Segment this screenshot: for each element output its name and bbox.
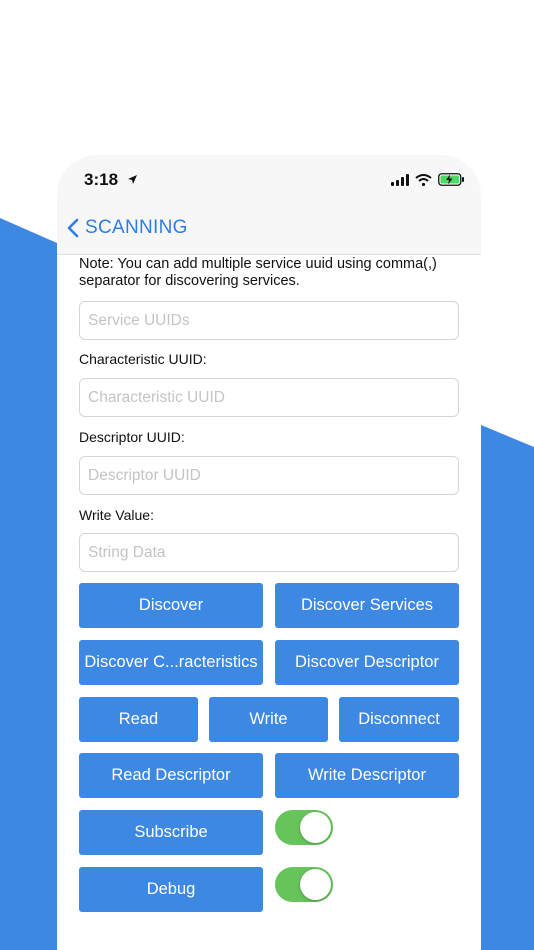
discover-button[interactable]: Discover <box>79 583 263 628</box>
discover-services-button[interactable]: Discover Services <box>275 583 459 628</box>
write-button[interactable]: Write <box>209 697 328 742</box>
write-descriptor-button[interactable]: Write Descriptor <box>275 753 459 798</box>
descriptor-uuid-input[interactable] <box>79 456 459 495</box>
debug-toggle-knob <box>300 869 331 900</box>
form-content: Note: You can add multiple service uuid … <box>79 256 459 912</box>
status-time-label: 3:18 <box>84 170 119 189</box>
chevron-left-icon <box>67 218 79 238</box>
disconnect-button[interactable]: Disconnect <box>339 697 459 742</box>
debug-toggle[interactable] <box>275 867 333 902</box>
descriptor-uuid-label: Descriptor UUID: <box>79 429 185 445</box>
characteristic-uuid-label: Characteristic UUID: <box>79 351 207 367</box>
write-value-input[interactable] <box>79 533 459 572</box>
background-right-shape <box>481 425 534 950</box>
discover-descriptor-button[interactable]: Discover Descriptor <box>275 640 459 685</box>
discover-characteristics-button[interactable]: Discover C...racteristics <box>79 640 263 685</box>
app-screenshot: 3:18 SCANNING Note: You can add multiple… <box>0 0 534 950</box>
wifi-icon <box>415 173 432 186</box>
service-uuid-note: Note: You can add multiple service uuid … <box>79 256 437 289</box>
status-icons <box>391 173 465 186</box>
read-button[interactable]: Read <box>79 697 198 742</box>
back-button-label: SCANNING <box>85 217 188 238</box>
subscribe-toggle[interactable] <box>275 810 333 845</box>
battery-charging-icon <box>438 173 464 186</box>
back-button[interactable]: SCANNING <box>67 217 188 239</box>
background-left-shape <box>0 218 57 950</box>
phone-screen: 3:18 SCANNING Note: You can add multiple… <box>57 155 481 950</box>
service-uuids-input[interactable] <box>79 301 459 340</box>
debug-button[interactable]: Debug <box>79 867 263 912</box>
status-time: 3:18 <box>84 170 138 190</box>
characteristic-uuid-input[interactable] <box>79 378 459 417</box>
navigation-bar: 3:18 SCANNING <box>57 155 481 255</box>
cellular-signal-icon <box>391 173 409 186</box>
write-value-label: Write Value: <box>79 507 154 523</box>
read-descriptor-button[interactable]: Read Descriptor <box>79 753 263 798</box>
location-arrow-icon <box>127 170 138 190</box>
subscribe-toggle-knob <box>300 812 331 843</box>
subscribe-button[interactable]: Subscribe <box>79 810 263 855</box>
